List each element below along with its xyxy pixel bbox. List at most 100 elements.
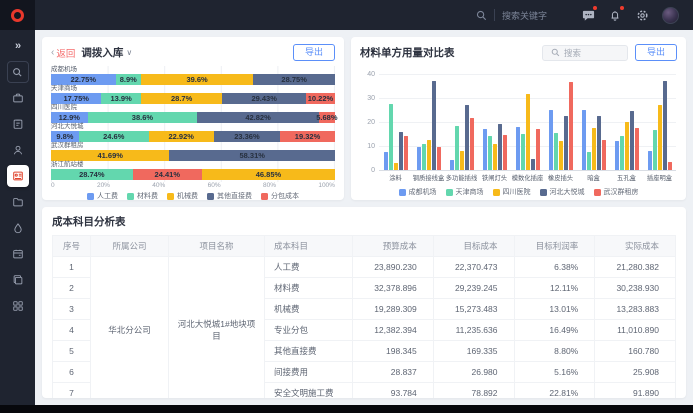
legend-item[interactable]: 其他直接费 (207, 191, 252, 201)
bar[interactable] (498, 124, 502, 170)
legend-item[interactable]: 机械费 (167, 191, 198, 201)
bar-segment[interactable]: 24.6% (79, 131, 149, 142)
bar-segment[interactable]: 17.75% (51, 93, 101, 104)
bar[interactable] (630, 111, 634, 170)
global-search[interactable]: 搜索关键字 (476, 9, 547, 22)
bar[interactable] (516, 127, 520, 170)
export-button[interactable]: 导出 (293, 44, 335, 61)
bar[interactable] (455, 126, 459, 170)
bar[interactable] (658, 105, 662, 170)
bar-segment[interactable]: 28.75% (253, 74, 335, 85)
sidebar-item-calendar[interactable] (7, 243, 29, 265)
bar-segment[interactable]: 41.69% (51, 150, 169, 161)
bar[interactable] (554, 133, 558, 170)
sidebar-item-drop[interactable] (7, 217, 29, 239)
bar[interactable] (417, 147, 421, 170)
bar[interactable] (465, 105, 469, 170)
sidebar-item-cost-active[interactable] (7, 165, 29, 187)
bar[interactable] (663, 81, 667, 170)
bar-segment[interactable]: 22.92% (149, 131, 214, 142)
bar[interactable] (602, 140, 606, 170)
bar[interactable] (521, 134, 525, 170)
bar[interactable] (564, 116, 568, 170)
bar[interactable] (635, 128, 639, 170)
legend-item[interactable]: 材料费 (127, 191, 158, 201)
legend-item[interactable]: 成都机场 (399, 187, 437, 197)
bar[interactable] (625, 122, 629, 170)
bar-segment[interactable]: 28.74% (51, 169, 133, 180)
legend-item[interactable]: 分包成本 (261, 191, 299, 201)
bar-segment[interactable]: 39.6% (141, 74, 253, 85)
bar[interactable] (668, 162, 672, 170)
bar[interactable] (503, 135, 507, 170)
bar[interactable] (389, 104, 393, 170)
back-link[interactable]: ‹ 返回 (51, 46, 75, 60)
sidebar-expand-icon[interactable]: » (7, 35, 29, 57)
bar-segment[interactable]: 9.8% (51, 131, 79, 142)
bar[interactable] (569, 82, 573, 170)
bar[interactable] (493, 144, 497, 170)
legend-item[interactable]: 天津商场 (446, 187, 484, 197)
bar[interactable] (460, 151, 464, 170)
transfer-title[interactable]: 调拨入库 (81, 45, 123, 60)
bar[interactable] (597, 116, 601, 170)
bar[interactable] (620, 136, 624, 170)
bar[interactable] (615, 141, 619, 170)
bar[interactable] (582, 110, 586, 170)
sidebar-item-folder[interactable] (7, 191, 29, 213)
bar[interactable] (648, 151, 652, 170)
material-search-input[interactable]: 搜索 (542, 45, 628, 61)
bar-segment[interactable]: 42.82% (197, 112, 319, 123)
bar-segment[interactable]: 38.6% (88, 112, 198, 123)
bar[interactable] (526, 94, 530, 170)
bar-segment[interactable]: 5.68% (319, 112, 335, 123)
legend-item[interactable]: 武汉群租房 (594, 187, 639, 197)
sidebar-item-search[interactable] (7, 61, 29, 83)
bar-segment[interactable]: 24.41% (133, 169, 202, 180)
bar[interactable] (450, 160, 454, 170)
bar[interactable] (531, 159, 535, 170)
bar-segment[interactable]: 58.31% (169, 150, 335, 161)
legend-item[interactable]: 人工费 (87, 191, 118, 201)
legend-item[interactable]: 四川医院 (493, 187, 531, 197)
sidebar-item-clipboard[interactable] (7, 113, 29, 135)
bar-segment[interactable]: 8.9% (116, 74, 141, 85)
bar-segment[interactable]: 28.7% (141, 93, 223, 104)
bell-icon[interactable] (608, 8, 622, 22)
user-avatar[interactable] (662, 7, 679, 24)
messages-icon[interactable] (581, 8, 595, 22)
legend-item[interactable]: 河北大悦城 (540, 187, 585, 197)
bar[interactable] (399, 132, 403, 170)
gear-icon[interactable] (635, 8, 649, 22)
bar[interactable] (422, 144, 426, 170)
bar[interactable] (653, 130, 657, 170)
bar-segment[interactable]: 29.43% (222, 93, 306, 104)
bar[interactable] (592, 128, 596, 170)
bar[interactable] (427, 140, 431, 170)
bar-segment[interactable]: 23.36% (214, 131, 280, 142)
bar-segment[interactable]: 13.9% (101, 93, 140, 104)
bar[interactable] (536, 129, 540, 170)
bar-segment[interactable]: 22.75% (51, 74, 116, 85)
bar-segment[interactable]: 46.85% (202, 169, 335, 180)
bar[interactable] (394, 163, 398, 170)
sidebar-item-modules[interactable] (7, 295, 29, 317)
export-button[interactable]: 导出 (635, 44, 677, 61)
sidebar-item-briefcase[interactable] (7, 87, 29, 109)
bar[interactable] (404, 136, 408, 170)
table-row[interactable]: 1华北分公司河北大悦城1#地块项目人工费23,890.23022,370.473… (53, 257, 676, 278)
bar[interactable] (470, 118, 474, 170)
sidebar-item-copy[interactable] (7, 269, 29, 291)
bar[interactable] (384, 152, 388, 170)
app-logo[interactable] (0, 0, 35, 30)
sidebar-item-user[interactable] (7, 139, 29, 161)
bar[interactable] (488, 136, 492, 170)
chevron-down-icon[interactable]: ∨ (126, 48, 132, 57)
bar[interactable] (549, 110, 553, 170)
bar[interactable] (432, 81, 436, 170)
bar-segment[interactable]: 19.32% (280, 131, 335, 142)
bar[interactable] (483, 129, 487, 170)
bar[interactable] (559, 141, 563, 170)
bar[interactable] (437, 147, 441, 170)
bar-segment[interactable]: 10.22% (306, 93, 335, 104)
